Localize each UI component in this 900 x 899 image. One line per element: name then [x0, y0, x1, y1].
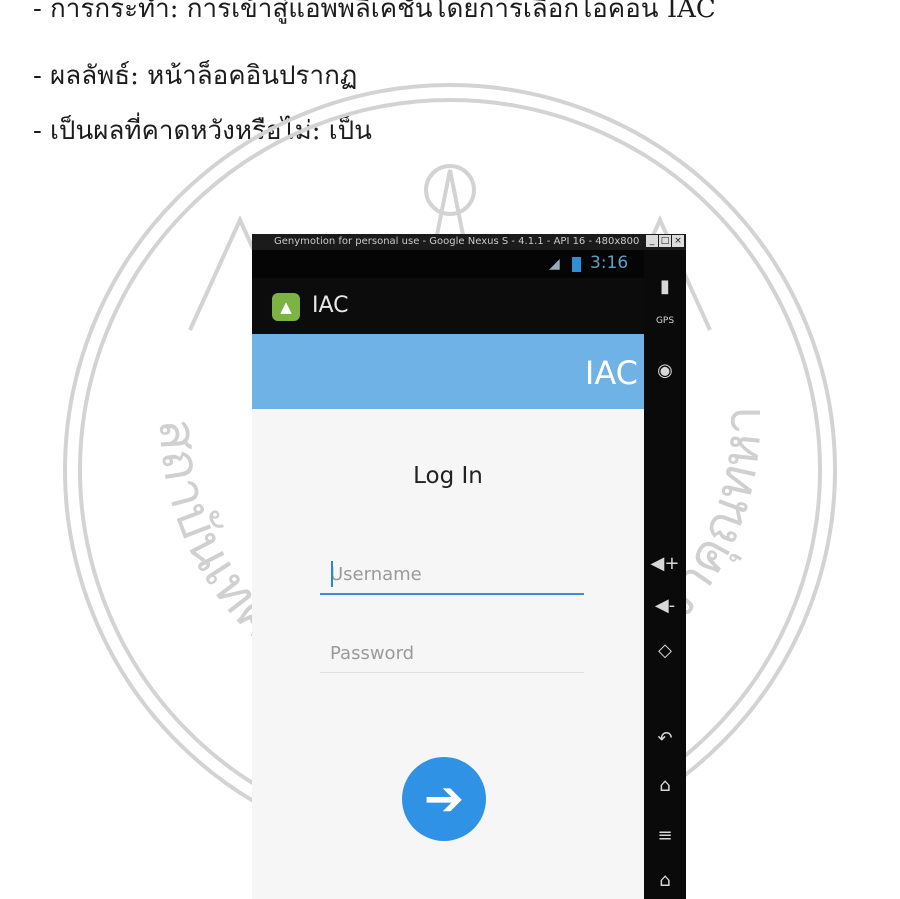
emulator-window: Genymotion for personal use - Google Nex…: [252, 234, 686, 899]
back-icon[interactable]: ↶: [644, 728, 686, 749]
app-name: IAC: [312, 293, 349, 318]
wifi-icon: ◢: [549, 256, 560, 272]
document-action-line: - การกระทำ: การเข้าสู่แอพพลิเคชั่นโดยการ…: [33, 0, 716, 24]
android-icon[interactable]: ▲: [272, 293, 300, 321]
home-outline-icon[interactable]: ⌂: [644, 870, 686, 891]
emulator-title: Genymotion for personal use - Google Nex…: [274, 236, 640, 247]
emulator-side-toolbar: ▮ GPS ◉ ◀+ ◀- ◇ ↶ ⌂ ≡ ⌂: [644, 250, 686, 899]
gps-icon[interactable]: GPS: [644, 316, 686, 326]
battery-icon[interactable]: ▮: [644, 276, 686, 297]
status-time: 3:16: [590, 253, 629, 273]
app-action-bar: ▲ IAC: [252, 278, 644, 334]
login-heading: Log In: [413, 463, 483, 489]
login-form: Log In ➔: [252, 409, 644, 899]
close-button[interactable]: ×: [672, 235, 684, 247]
menu-icon[interactable]: ≡: [644, 825, 686, 846]
app-banner: IAC: [252, 334, 644, 409]
document-result-line: - ผลลัพธ์: หน้าล็อคอินปรากฏ: [33, 61, 358, 91]
document-expected-line: - เป็นผลที่คาดหวังหรือไม่: เป็น: [33, 116, 372, 146]
username-input[interactable]: [320, 555, 584, 595]
volume-up-icon[interactable]: ◀+: [644, 553, 686, 574]
emulator-titlebar: Genymotion for personal use - Google Nex…: [252, 234, 686, 250]
home-icon[interactable]: ⌂: [644, 775, 686, 796]
password-input[interactable]: [320, 634, 584, 673]
rotate-icon[interactable]: ◇: [644, 640, 686, 661]
arrow-right-icon[interactable]: ➔: [402, 757, 486, 841]
camera-icon[interactable]: ◉: [644, 360, 686, 381]
maximize-button[interactable]: □: [659, 235, 671, 247]
text-cursor: [331, 561, 333, 587]
minimize-button[interactable]: _: [646, 235, 658, 247]
battery-status-icon: [572, 257, 581, 272]
volume-down-icon[interactable]: ◀-: [644, 595, 686, 616]
android-status-bar: ◢ 3:16: [252, 250, 644, 278]
banner-title: IAC: [584, 354, 638, 392]
window-controls: _ □ ×: [646, 235, 684, 247]
